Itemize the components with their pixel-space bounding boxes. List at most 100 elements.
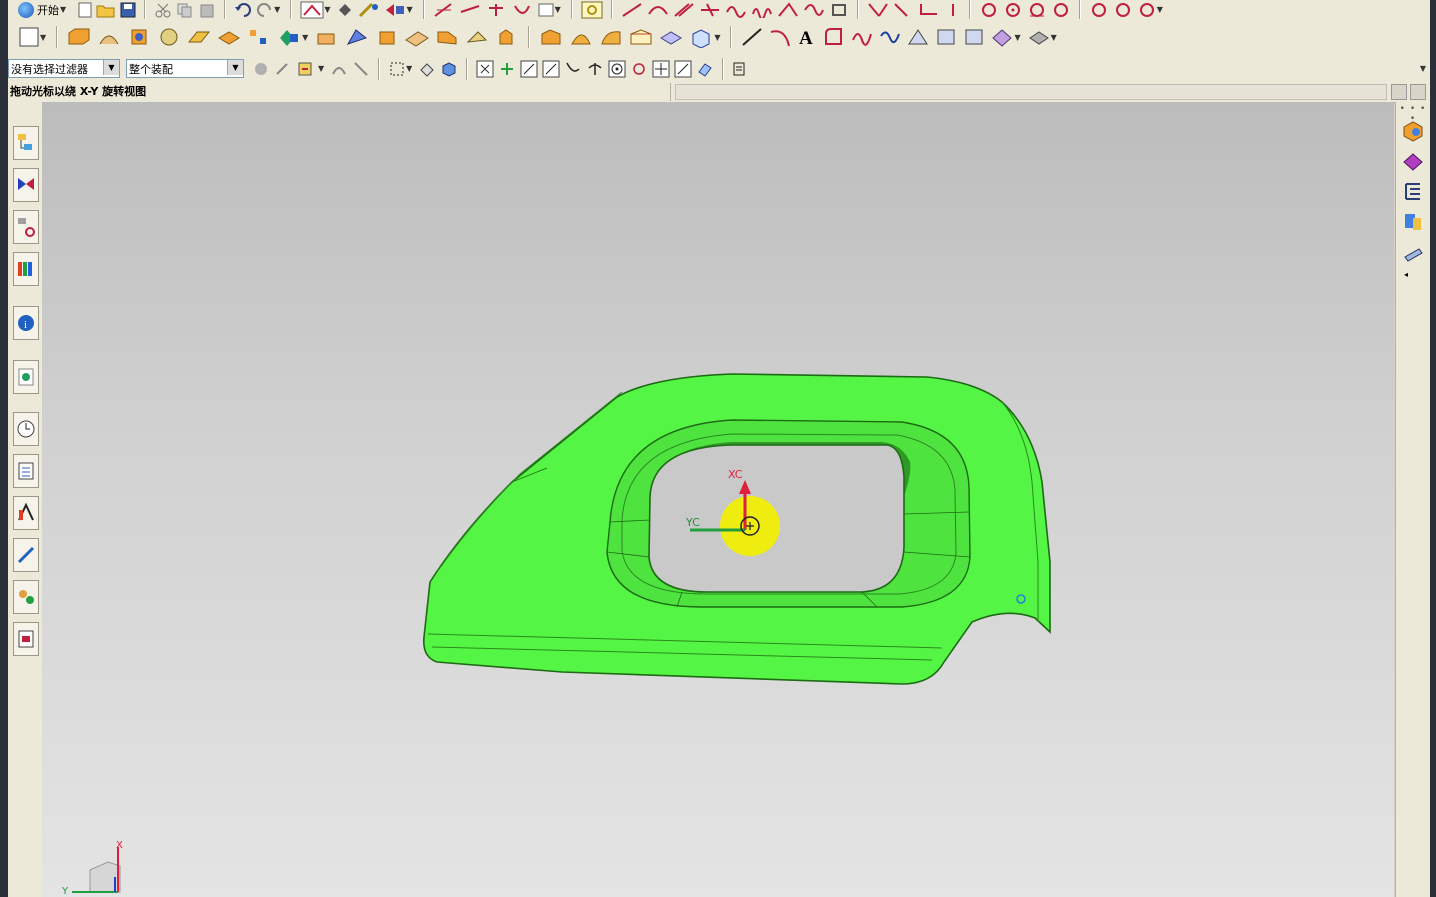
draft-button[interactable]	[538, 24, 564, 50]
selection-scope-value: 整个装配	[129, 62, 173, 76]
snap-midpoint-button[interactable]	[498, 56, 516, 82]
through-curve-mesh-button[interactable]	[934, 24, 958, 50]
sketch-button[interactable]	[18, 24, 40, 50]
surface-analysis-button[interactable]	[1027, 24, 1051, 50]
toolbar-separator	[968, 0, 971, 21]
scroll-indicator-icon[interactable]: ◂	[1404, 270, 1408, 279]
offset-face-button[interactable]	[628, 24, 654, 50]
hole-button[interactable]	[126, 24, 152, 50]
reuse-library-icon[interactable]	[13, 252, 39, 286]
n-sided-surface-button[interactable]	[990, 24, 1014, 50]
snap-intersection-button[interactable]	[542, 56, 560, 82]
selection-list-button[interactable]	[732, 56, 746, 82]
manufacturing-wizard-icon[interactable]	[13, 538, 39, 572]
intersect-button[interactable]	[404, 24, 430, 50]
unite-button[interactable]	[344, 24, 370, 50]
xc-label: XC	[728, 468, 743, 481]
process-studio-icon[interactable]	[13, 454, 39, 488]
chamfer-button[interactable]	[464, 24, 490, 50]
toolbar-separator	[610, 0, 613, 21]
block-button[interactable]	[314, 24, 340, 50]
type-filter-select[interactable]: 没有选择过滤器 ▼	[8, 59, 120, 78]
work-layer-icon[interactable]	[1402, 210, 1424, 232]
svg-text:A: A	[799, 28, 813, 48]
curve-rule-button[interactable]	[330, 56, 348, 82]
text-button[interactable]: A	[796, 24, 818, 50]
resource-bar: i	[8, 102, 43, 897]
toolbar-separator	[528, 26, 531, 48]
model-canvas[interactable]: XC YC X Y	[42, 102, 1394, 897]
hd3d-tools-icon[interactable]	[13, 580, 39, 614]
chevron-down-icon: ▼	[60, 5, 67, 14]
chevron-down-icon: ▼	[103, 60, 119, 75]
snap-point-on-face-button[interactable]	[674, 56, 692, 82]
studio-spline-button[interactable]	[850, 24, 874, 50]
restore-window-button[interactable]	[1391, 84, 1407, 100]
layer-settings-icon[interactable]	[1402, 180, 1424, 202]
snap-endpoint-button[interactable]	[476, 56, 494, 82]
constraint-navigator-icon[interactable]	[13, 168, 39, 202]
datum-plane-button[interactable]	[186, 24, 212, 50]
web-browser-icon[interactable]: i	[13, 306, 39, 340]
face-blend-button[interactable]	[568, 24, 594, 50]
palette-icon[interactable]	[13, 622, 39, 656]
snap-point-on-curve-button[interactable]	[652, 56, 670, 82]
feature-toolbar: ▼ ▼ ▼ A ▼ ▼	[8, 19, 1430, 56]
revolve-button[interactable]	[96, 24, 122, 50]
toolbar-separator	[466, 57, 469, 80]
type-filter-value: 没有选择过滤器	[11, 62, 88, 76]
boss-button[interactable]	[156, 24, 182, 50]
snap-control-point-button[interactable]	[520, 56, 538, 82]
select-body-button[interactable]	[440, 56, 458, 82]
start-menu[interactable]: 开始 ▼	[8, 1, 76, 18]
snap-quadrant-button[interactable]	[586, 56, 604, 82]
rectangle-select-button[interactable]	[388, 56, 406, 82]
system-materials-icon[interactable]	[13, 412, 39, 446]
thicken-button[interactable]	[658, 24, 684, 50]
view-orient-icon[interactable]	[1402, 120, 1424, 142]
select-feature-button[interactable]	[418, 56, 436, 82]
general-selection-filter-button[interactable]	[252, 56, 270, 82]
trim-body-button[interactable]	[688, 24, 714, 50]
shaded-view-icon[interactable]	[1402, 150, 1424, 172]
maximize-window-button[interactable]	[1410, 84, 1426, 100]
pad-button[interactable]	[216, 24, 242, 50]
assembly-navigator-icon[interactable]	[13, 126, 39, 160]
stop-at-intersection-button[interactable]	[352, 56, 370, 82]
toolbar-separator	[856, 0, 859, 21]
nx-logo-icon	[18, 1, 34, 18]
deselect-all-button[interactable]	[274, 56, 292, 82]
pattern-button[interactable]	[246, 24, 272, 50]
history-icon[interactable]	[13, 360, 39, 394]
standard-toolbar: 开始 ▼ ▼ ▼ ▼ ▼ ▼	[8, 0, 1430, 21]
toolbar-overflow-icon[interactable]: ▼	[1420, 64, 1426, 73]
through-curves-button[interactable]	[906, 24, 930, 50]
swept-button[interactable]	[962, 24, 986, 50]
instance-feature-button[interactable]	[276, 24, 302, 50]
roles-icon[interactable]	[13, 496, 39, 530]
extrude-button[interactable]	[66, 24, 92, 50]
desktop-left-edge	[0, 0, 8, 897]
snap-face-button[interactable]	[296, 56, 318, 82]
fit-spline-button[interactable]	[878, 24, 902, 50]
toolbar-separator	[422, 0, 425, 21]
graphics-window[interactable]: XC YC X Y	[42, 102, 1394, 897]
shell-button[interactable]	[494, 24, 520, 50]
fillet-sketch-button[interactable]	[822, 24, 846, 50]
sketch-line-button[interactable]	[740, 24, 764, 50]
part-navigator-icon[interactable]	[13, 210, 39, 244]
status-bar: 拖动光标以绕 X-Y 旋转视图	[8, 82, 1430, 103]
visualization-icon[interactable]	[1402, 242, 1424, 264]
chevron-down-icon: ▼	[274, 5, 281, 14]
edge-blend-button[interactable]	[434, 24, 460, 50]
soft-blend-button[interactable]	[598, 24, 624, 50]
snap-curve-point-button[interactable]	[564, 56, 582, 82]
sketch-arc-button[interactable]	[768, 24, 792, 50]
snap-existing-point-button[interactable]	[630, 56, 648, 82]
snap-bounded-grid-button[interactable]	[696, 56, 714, 82]
selection-scope-select[interactable]: 整个装配 ▼	[126, 59, 244, 78]
snap-arc-center-button[interactable]	[608, 56, 626, 82]
chevron-down-icon: ▼	[227, 60, 243, 75]
toolbar-separator	[290, 0, 293, 21]
subtract-button[interactable]	[374, 24, 400, 50]
